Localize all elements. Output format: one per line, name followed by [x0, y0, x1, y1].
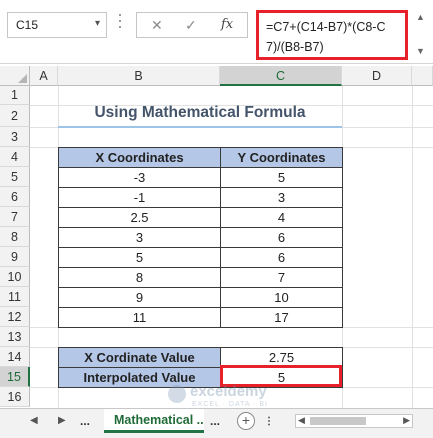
row-header[interactable]: 4 — [0, 147, 30, 167]
x-cell[interactable]: 8 — [58, 267, 221, 288]
watermark-tagline: EXCEL · DATA · BI — [192, 401, 268, 408]
cancel-icon[interactable]: ✕ — [151, 17, 163, 34]
scroll-right-icon[interactable]: ▶ — [403, 415, 410, 426]
column-header-d[interactable]: D — [342, 66, 412, 86]
drag-handle[interactable] — [118, 14, 122, 36]
worksheet-grid[interactable]: A B C D 1 2 3 4 5 6 7 8 9 10 11 12 13 14… — [0, 64, 433, 408]
title-underline — [58, 126, 342, 128]
row-header[interactable]: 12 — [0, 307, 30, 327]
row-header[interactable]: 13 — [0, 327, 30, 347]
select-all-corner[interactable] — [0, 66, 30, 86]
row-header[interactable]: 7 — [0, 207, 30, 227]
table-row: 3 6 — [58, 227, 343, 248]
row-header[interactable]: 15 — [0, 367, 30, 387]
table-row: 9 10 — [58, 287, 343, 308]
x-cell[interactable]: 9 — [58, 287, 221, 308]
page-title: Using Mathematical Formula — [94, 104, 306, 121]
exceldemy-logo-icon — [168, 385, 186, 403]
scroll-left-icon[interactable]: ◀ — [298, 415, 305, 426]
table-header-y[interactable]: Y Coordinates — [220, 147, 343, 168]
y-cell[interactable]: 10 — [220, 287, 343, 308]
row-header[interactable]: 10 — [0, 267, 30, 287]
name-box[interactable]: C15 ▾ — [7, 12, 107, 38]
row-header[interactable]: 5 — [0, 167, 30, 187]
row-header[interactable]: 1 — [0, 86, 30, 105]
enter-icon[interactable]: ✓ — [185, 17, 197, 34]
name-box-value: C15 — [16, 18, 39, 32]
scroll-down-icon[interactable]: ▼ — [416, 46, 425, 56]
table-row: 2.5 4 — [58, 207, 343, 228]
x-value-label[interactable]: X Cordinate Value — [58, 347, 221, 368]
column-header-b[interactable]: B — [58, 66, 220, 86]
formula-input[interactable]: =C7+(C14-B7)*(C8-C7)/(B8-B7) — [256, 10, 408, 60]
chevron-down-icon[interactable]: ▾ — [95, 18, 100, 29]
table-row: 8 7 — [58, 267, 343, 288]
table-row: 11 17 — [58, 307, 343, 328]
horizontal-scrollbar[interactable]: ◀ ▶ — [295, 414, 413, 428]
drag-handle[interactable]: ⋮ — [264, 416, 274, 427]
formula-scroll[interactable]: ▲ ▼ — [412, 10, 428, 60]
table-row: -1 3 — [58, 187, 343, 208]
table-row: -3 5 — [58, 167, 343, 188]
y-cell[interactable]: 4 — [220, 207, 343, 228]
x-cell[interactable]: -1 — [58, 187, 221, 208]
gridline — [412, 86, 413, 408]
table-header-row: X Coordinates Y Coordinates — [58, 147, 343, 168]
y-cell[interactable]: 7 — [220, 267, 343, 288]
column-header-e[interactable] — [412, 66, 433, 86]
column-header-c[interactable]: C — [220, 66, 342, 86]
next-sheet-icon[interactable]: ▶ — [58, 415, 66, 426]
row-header[interactable]: 14 — [0, 347, 30, 367]
row-header[interactable]: 6 — [0, 187, 30, 207]
scroll-thumb[interactable] — [310, 417, 366, 425]
row-header[interactable]: 8 — [0, 227, 30, 247]
x-cell[interactable]: 11 — [58, 307, 221, 328]
x-cell[interactable]: 3 — [58, 227, 221, 248]
row-header[interactable]: 16 — [0, 387, 30, 407]
sheet-tabs-bar: ◀ ▶ ... Mathematical ... ... + ⋮ ◀ ▶ — [0, 408, 433, 438]
row-header[interactable]: 3 — [0, 127, 30, 147]
table-header-x[interactable]: X Coordinates — [58, 147, 221, 168]
watermark: exceldemy EXCEL · DATA · BI — [168, 383, 298, 408]
more-sheets-right[interactable]: ... — [210, 414, 220, 428]
x-cell[interactable]: -3 — [58, 167, 221, 188]
y-cell[interactable]: 3 — [220, 187, 343, 208]
scroll-up-icon[interactable]: ▲ — [416, 12, 425, 22]
x-cell[interactable]: 2.5 — [58, 207, 221, 228]
sheet-tab-active[interactable]: Mathematical ... — [104, 409, 204, 433]
row-header[interactable]: 2 — [0, 105, 30, 127]
row-header[interactable]: 9 — [0, 247, 30, 267]
more-sheets-left[interactable]: ... — [80, 414, 90, 428]
watermark-name: exceldemy — [190, 383, 267, 400]
insert-function-icon[interactable]: fx — [221, 17, 233, 32]
add-sheet-icon[interactable]: + — [237, 412, 255, 430]
y-cell[interactable]: 5 — [220, 167, 343, 188]
y-cell[interactable]: 6 — [220, 227, 343, 248]
y-cell[interactable]: 17 — [220, 307, 343, 328]
y-cell[interactable]: 6 — [220, 247, 343, 268]
table-row: 5 6 — [58, 247, 343, 268]
x-cell[interactable]: 5 — [58, 247, 221, 268]
coordinates-table: X Coordinates Y Coordinates -3 5 -1 3 2.… — [58, 147, 343, 328]
formula-buttons: ✕ ✓ fx — [136, 12, 248, 38]
formula-bar: C15 ▾ ✕ ✓ fx =C7+(C14-B7)*(C8-C7)/(B8-B7… — [0, 0, 433, 64]
prev-sheet-icon[interactable]: ◀ — [30, 415, 38, 426]
column-header-a[interactable]: A — [30, 66, 58, 86]
row-header[interactable]: 11 — [0, 287, 30, 307]
